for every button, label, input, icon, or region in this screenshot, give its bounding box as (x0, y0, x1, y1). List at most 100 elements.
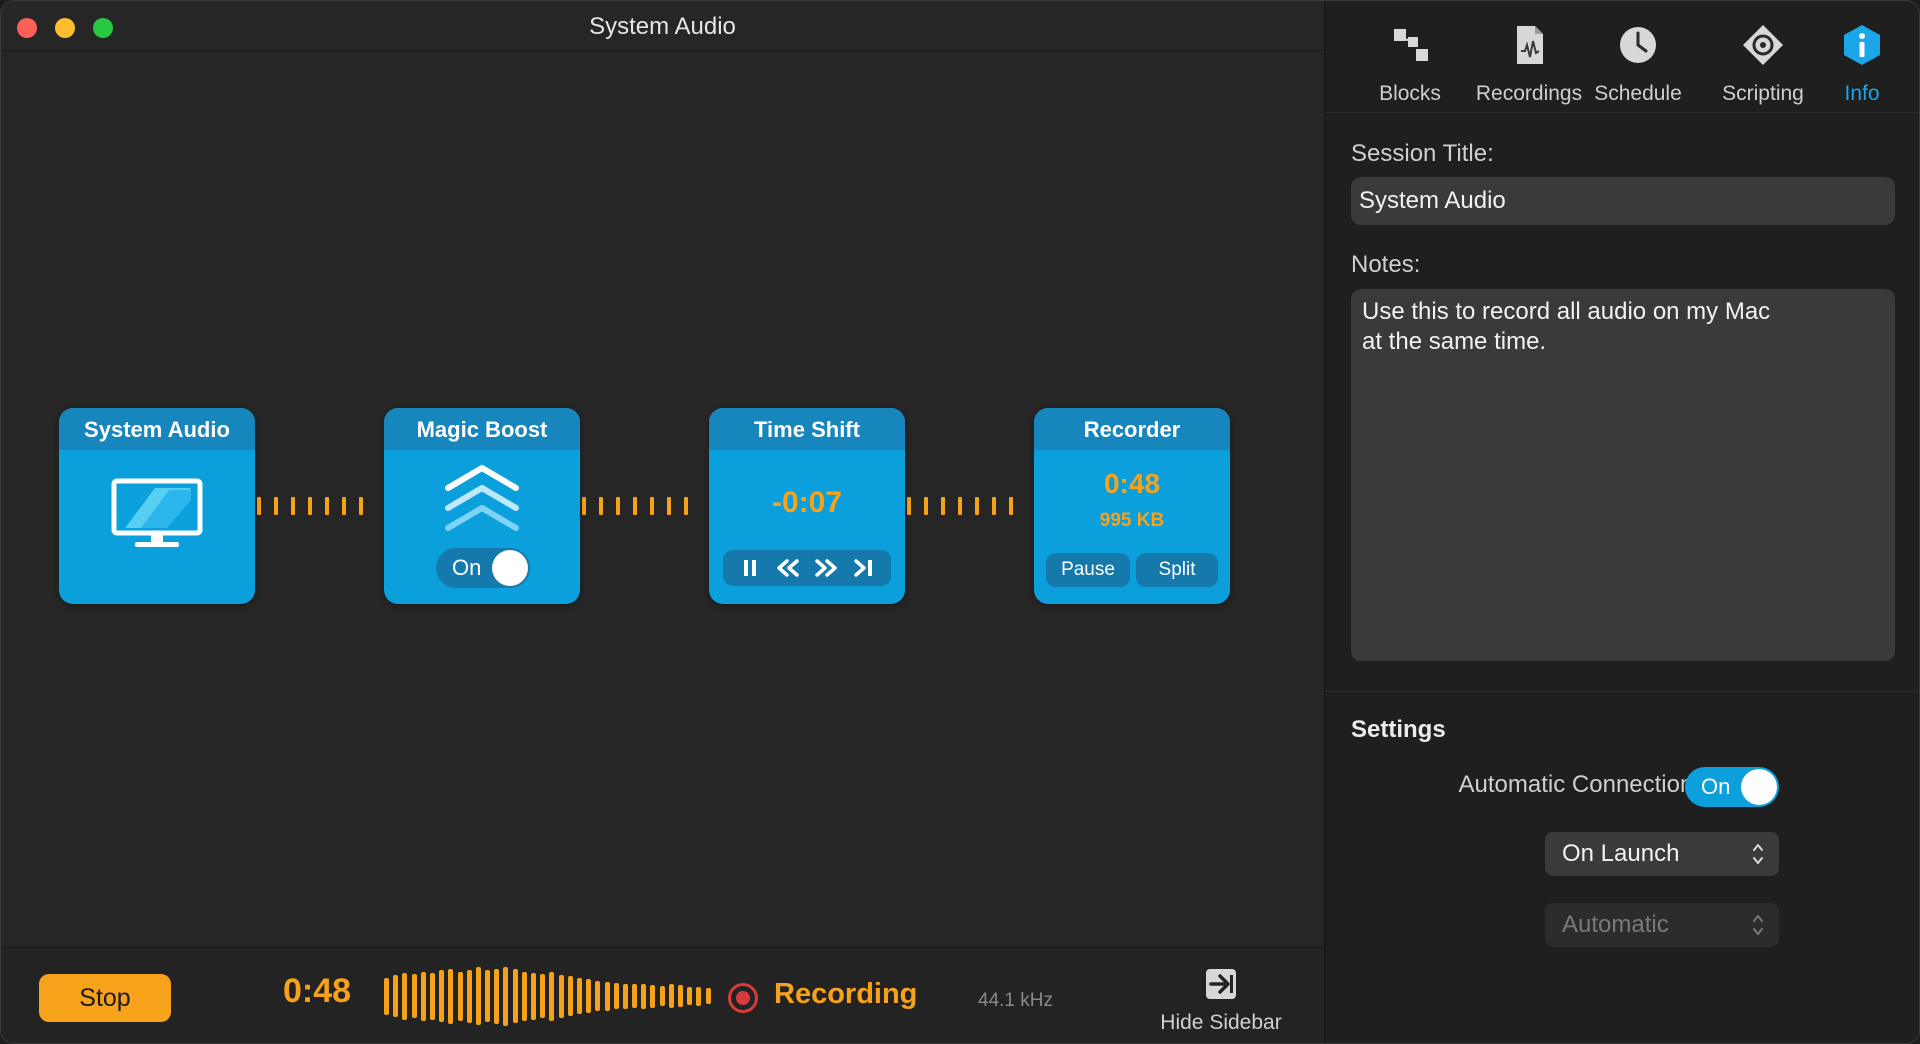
connector-dash (257, 497, 261, 515)
titlebar: System Audio (1, 1, 1324, 51)
recorder-split-button[interactable]: Split (1136, 553, 1218, 587)
scripting-icon (1743, 25, 1783, 65)
meter-bar (696, 986, 702, 1006)
recorder-block[interactable]: Recorder 0:48 995 KB Pause Split (1034, 408, 1230, 604)
meter-bar (503, 966, 509, 1026)
connector-dash (582, 497, 586, 515)
time-shift-block[interactable]: Time Shift -0:07 (709, 408, 905, 604)
connector-dash (633, 497, 637, 515)
connector-dash (684, 497, 688, 515)
meter-bar (512, 969, 518, 1023)
meter-bar (668, 984, 674, 1008)
meter-bar (411, 974, 417, 1018)
elapsed-time: 0:48 (283, 972, 352, 1010)
time-shift-transport (723, 550, 891, 586)
session-title-label: Session Title: (1351, 140, 1494, 167)
sample-rate-popup[interactable]: Automatic (1545, 903, 1779, 947)
magic-boost-block[interactable]: Magic Boost On (384, 408, 580, 604)
system-audio-block[interactable]: System Audio (59, 408, 255, 604)
connector-dash (958, 497, 962, 515)
connector-dash (650, 497, 654, 515)
meter-bar (558, 974, 564, 1018)
boost-toggle[interactable]: On (436, 548, 530, 588)
block-title: Time Shift (709, 408, 905, 450)
toggle-knob (492, 550, 528, 586)
meter-bar (393, 975, 399, 1017)
skip-to-end-icon[interactable] (848, 553, 880, 583)
meter-bar (567, 976, 573, 1016)
automatic-connections-toggle[interactable]: On (1685, 767, 1779, 807)
connector-dash (924, 497, 928, 515)
boost-toggle-label: On (452, 555, 482, 580)
meter-bar (586, 979, 592, 1013)
toggle-knob (1741, 769, 1777, 805)
meter-bar (678, 985, 683, 1007)
recording-status: Recording (774, 978, 918, 1010)
connector-dash (975, 497, 979, 515)
connection-shift-recorder[interactable] (907, 497, 1013, 515)
notes-textarea[interactable]: Use this to record all audio on my Mac a… (1351, 289, 1895, 661)
automatic-connections-toggle-label: On (1701, 774, 1731, 799)
tab-schedule[interactable]: Schedule (1577, 23, 1699, 106)
meter-bar (549, 971, 555, 1021)
meter-bar (687, 987, 693, 1005)
meter-bar (457, 971, 463, 1021)
connection-source-boost[interactable] (257, 497, 363, 515)
info-icon (1844, 25, 1880, 65)
meter-bar (659, 986, 665, 1006)
meter-bar (705, 988, 711, 1004)
meter-bar (622, 983, 628, 1009)
meter-bar (429, 972, 435, 1020)
connector-dash (291, 497, 295, 515)
auto-run-popup[interactable]: On Launch (1545, 832, 1779, 876)
block-title: Recorder (1034, 408, 1230, 450)
main-area: System Audio System Audio Magic Boost On… (1, 1, 1324, 1043)
up-down-chevron-icon (1753, 844, 1763, 864)
sidebar-toolbar: Blocks Recordings Schedule Scripting Inf… (1325, 1, 1919, 113)
recorder-time: 0:48 (1103, 468, 1161, 499)
tab-info[interactable]: Info (1817, 23, 1907, 106)
connector-dash (599, 497, 603, 515)
connector-dash (941, 497, 945, 515)
settings-divider (1325, 691, 1919, 692)
connector-dash (325, 497, 329, 515)
up-down-chevron-icon (1753, 915, 1763, 935)
connector-dash (274, 497, 278, 515)
settings-heading: Settings (1351, 716, 1446, 743)
monitor-icon (111, 478, 203, 547)
hide-sidebar-button[interactable]: Hide Sidebar (1151, 968, 1291, 1038)
tab-label: Info (1844, 82, 1880, 105)
recorder-pause-button[interactable]: Pause (1046, 553, 1130, 587)
bottom-bar: Stop 0:48 Recording 44.1 kHz Hide Sideba… (1, 947, 1324, 1043)
meter-bar (641, 983, 647, 1009)
connector-dash (667, 497, 671, 515)
meter-bar (420, 971, 426, 1021)
window-title: System Audio (589, 13, 736, 40)
auto-run-value: On Launch (1562, 840, 1680, 867)
connector-dash (1009, 497, 1013, 515)
meter-bar (531, 972, 536, 1020)
meter-bar (494, 968, 500, 1024)
rewind-icon[interactable] (772, 553, 804, 583)
hide-sidebar-icon (1206, 969, 1236, 999)
hide-sidebar-label: Hide Sidebar (1160, 1011, 1282, 1034)
block-title: Magic Boost (384, 408, 580, 450)
connector-dash (308, 497, 312, 515)
level-meter (384, 966, 711, 1026)
meter-bar (384, 977, 389, 1015)
meter-bar (475, 967, 481, 1025)
tab-label: Scripting (1722, 82, 1804, 105)
sample-rate-readout: 44.1 kHz (978, 990, 1053, 1011)
clock-icon (1620, 27, 1656, 63)
time-shift-value: -0:07 (771, 486, 843, 519)
meter-bar (448, 968, 454, 1024)
session-title-input[interactable] (1351, 177, 1895, 225)
blocks-icon (1394, 29, 1428, 61)
fast-forward-icon[interactable] (810, 553, 842, 583)
tab-scripting[interactable]: Scripting (1693, 23, 1833, 106)
stop-button[interactable]: Stop (39, 974, 171, 1022)
connection-boost-shift[interactable] (582, 497, 688, 515)
app-window: System Audio System Audio Magic Boost On… (0, 0, 1920, 1044)
tab-label: Schedule (1594, 82, 1682, 105)
pause-icon[interactable] (734, 553, 766, 583)
